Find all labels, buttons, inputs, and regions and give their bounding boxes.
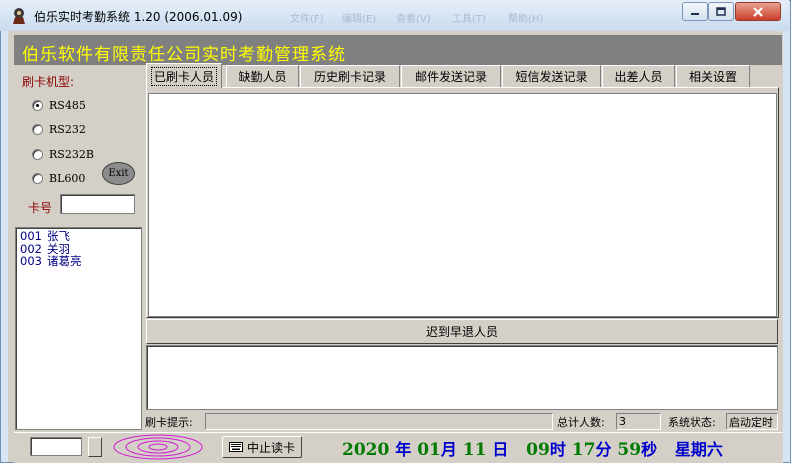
swipe-hint-value <box>205 413 553 430</box>
total-count-label: 总计人数: <box>555 413 616 430</box>
clock-year: 2020 <box>342 440 390 460</box>
slider-handle[interactable] <box>88 437 102 457</box>
radio-circle[interactable] <box>32 148 43 160</box>
swiped-personnel-area[interactable] <box>148 93 777 317</box>
ghost-menu-file: 文件(F) <box>290 14 324 25</box>
signal-ripple-icon <box>113 434 203 460</box>
clock-hour-unit: 时 <box>549 440 566 459</box>
person-list[interactable]: 001 张飞 002 关羽 003 诸葛亮 <box>15 227 142 430</box>
radio-label: BL600 <box>49 171 86 185</box>
clock-year-unit: 年 <box>395 440 412 459</box>
ghost-menu-edit: 编辑(E) <box>342 14 377 25</box>
radio-circle[interactable] <box>32 123 43 135</box>
radio-bl600[interactable]: BL600 <box>32 170 85 186</box>
window-title: 伯乐实时考勤系统 1.20 (2006.01.09) <box>34 10 243 24</box>
tab-settings[interactable]: 相关设置 <box>676 65 750 87</box>
person-id: 003 <box>20 254 42 268</box>
stop-reading-button[interactable]: 中止读卡 <box>222 436 302 458</box>
tab-swiped-personnel[interactable]: 已刷卡人员 <box>146 63 222 88</box>
tab-absent-personnel[interactable]: 缺勤人员 <box>226 65 299 87</box>
tab-label: 短信发送记录 <box>515 70 588 84</box>
person-name: 诸葛亮 <box>47 254 82 268</box>
clock-minute-unit: 分 <box>595 440 612 459</box>
clock-month-unit: 月 <box>440 440 457 459</box>
card-number-label: 卡号 <box>28 201 53 215</box>
total-count-value: 3 <box>616 413 661 430</box>
maximize-button[interactable] <box>708 2 734 21</box>
keyboard-icon <box>228 442 243 452</box>
clock-minute: 17 <box>571 440 596 460</box>
tab-label: 相关设置 <box>688 70 737 84</box>
ghost-menu-view: 查看(V) <box>396 14 431 25</box>
tab-sms-records[interactable]: 短信发送记录 <box>502 65 601 87</box>
system-status-label: 系统状态: <box>666 413 726 430</box>
radio-rs232b[interactable]: RS232B <box>32 146 94 162</box>
ghost-menu-help: 帮助(H) <box>508 14 544 25</box>
tab-business-trip[interactable]: 出差人员 <box>602 65 675 87</box>
radio-rs232[interactable]: RS232 <box>32 121 86 137</box>
close-button[interactable] <box>735 2 781 21</box>
tab-email-records[interactable]: 邮件发送记录 <box>401 65 501 87</box>
clock-weekday-label: 星期 <box>674 440 707 459</box>
clock-second-unit: 秒 <box>641 440 658 459</box>
radio-label: RS232B <box>49 147 94 161</box>
minimize-button[interactable] <box>682 2 708 21</box>
system-status-value: 启动定时 <box>726 413 778 430</box>
reader-type-label: 刷卡机型: <box>22 75 75 89</box>
ghost-menu-tools: 工具(T) <box>452 14 486 25</box>
person-id: 001 <box>20 229 42 243</box>
radio-rs485[interactable]: RS485 <box>32 97 86 113</box>
clock-day: 11 <box>462 440 487 460</box>
list-item[interactable]: 003 诸葛亮 <box>20 255 141 268</box>
list-item[interactable]: 001 张飞 <box>20 230 141 243</box>
tab-label: 已刷卡人员 <box>150 66 217 86</box>
exit-button[interactable]: Exit <box>102 162 135 185</box>
close-icon <box>753 6 763 17</box>
clock-day-unit: 日 <box>492 440 509 459</box>
person-name: 张飞 <box>47 229 70 243</box>
tab-label: 历史刷卡记录 <box>313 70 386 84</box>
tab-label: 缺勤人员 <box>238 70 287 84</box>
datetime-clock: 2020 年 01月 11 日 09时 17分 59秒 星期六 <box>342 436 723 460</box>
radio-label: RS232 <box>49 122 86 136</box>
maximize-icon <box>716 6 726 16</box>
clock-weekday: 六 <box>706 440 723 459</box>
stop-reading-label: 中止读卡 <box>246 440 295 455</box>
card-number-input[interactable] <box>60 194 135 214</box>
swipe-hint-label: 刷卡提示: <box>143 413 204 430</box>
minimize-icon <box>691 12 699 15</box>
tab-history-records[interactable]: 历史刷卡记录 <box>300 65 400 87</box>
radio-circle[interactable] <box>32 172 43 184</box>
app-icon <box>13 8 25 24</box>
clock-second: 59 <box>617 440 642 460</box>
progress-box <box>30 437 82 456</box>
radio-circle[interactable] <box>32 99 43 111</box>
tab-label: 邮件发送记录 <box>414 70 487 84</box>
clock-hour: 09 <box>526 440 550 460</box>
late-early-button[interactable]: 迟到早退人员 <box>146 319 778 344</box>
tab-label: 出差人员 <box>614 70 663 84</box>
late-early-area[interactable] <box>146 345 778 410</box>
radio-label: RS485 <box>49 98 86 112</box>
clock-month: 01 <box>417 440 441 460</box>
banner-title: 伯乐软件有限责任公司实时考勤管理系统 <box>22 45 346 65</box>
